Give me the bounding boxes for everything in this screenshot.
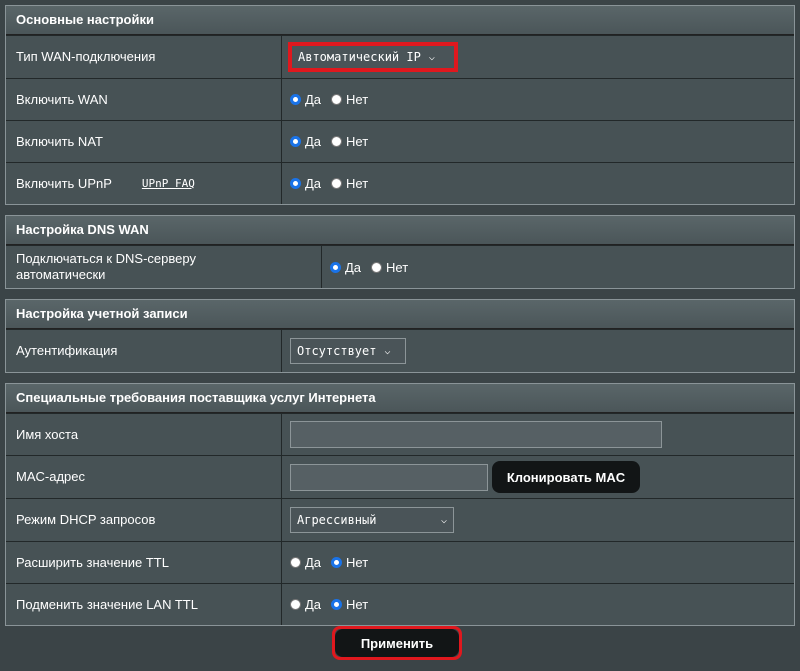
hostname-label: Имя хоста (6, 414, 282, 455)
enable-upnp-yes-radio[interactable]: Да (290, 176, 321, 191)
radio-no-label: Нет (346, 134, 369, 149)
auth-select[interactable]: Отсутствует ⌵ (290, 338, 406, 364)
extend-ttl-label: Расширить значение TTL (6, 542, 282, 583)
hostname-row: Имя хоста (6, 413, 794, 455)
radio-yes-label: Да (305, 134, 322, 149)
dns-settings-section: Настройка DNS WAN Подключаться к DNS-сер… (5, 215, 795, 289)
radio-checked-icon (290, 94, 301, 105)
auth-label: Аутентификация (6, 330, 282, 372)
auto-dns-row: Подключаться к DNS-серверу автоматически… (6, 245, 794, 288)
radio-yes-label: Да (305, 555, 322, 570)
radio-unchecked-icon (331, 136, 343, 147)
enable-nat-yes-radio[interactable]: Да (290, 134, 321, 149)
radio-yes-label: Да (305, 176, 322, 191)
enable-upnp-label: Включить UPnP (16, 175, 112, 191)
apply-button-highlight: Применить (332, 626, 462, 660)
radio-no-label: Нет (346, 176, 369, 191)
hostname-input[interactable] (290, 421, 662, 448)
mac-label: MAC-адрес (6, 456, 282, 498)
enable-wan-row: Включить WAN Да Нет (6, 78, 794, 120)
enable-upnp-row: Включить UPnP UPnP FAQ Да Нет (6, 162, 794, 204)
radio-checked-icon (290, 178, 301, 189)
chevron-down-icon: ⌵ (440, 514, 447, 526)
radio-unchecked-icon (290, 557, 301, 568)
radio-unchecked-icon (290, 599, 301, 610)
radio-checked-icon (290, 136, 301, 147)
radio-yes-label: Да (345, 259, 362, 275)
radio-no-label: Нет (346, 555, 369, 570)
isp-requirements-section: Специальные требования поставщика услуг … (5, 383, 795, 626)
enable-wan-no-radio[interactable]: Нет (331, 92, 368, 107)
mac-row: MAC-адрес Клонировать MAC (6, 455, 794, 498)
wan-type-value: Автоматический IP (298, 50, 421, 64)
extend-ttl-no-radio[interactable]: Нет (331, 555, 368, 570)
enable-nat-row: Включить NAT Да Нет (6, 120, 794, 162)
radio-no-label: Нет (346, 597, 369, 612)
extend-ttl-yes-radio[interactable]: Да (290, 555, 321, 570)
basic-settings-title: Основные настройки (6, 6, 794, 35)
account-settings-section: Настройка учетной записи Аутентификация … (5, 299, 795, 373)
wan-type-select[interactable]: Автоматический IP ⌵ (288, 42, 458, 72)
dhcp-mode-row: Режим DHCP запросов Агрессивный ⌵ (6, 498, 794, 541)
auto-dns-no-radio[interactable]: Нет (371, 260, 408, 275)
enable-wan-label: Включить WAN (6, 79, 282, 120)
dhcp-mode-value: Агрессивный (297, 513, 377, 527)
dhcp-mode-select[interactable]: Агрессивный ⌵ (290, 507, 454, 533)
mac-input[interactable] (290, 463, 488, 491)
radio-unchecked-icon (331, 94, 343, 105)
radio-checked-icon (330, 261, 341, 273)
radio-unchecked-icon (371, 261, 383, 273)
dns-settings-title: Настройка DNS WAN (6, 216, 794, 245)
account-settings-title: Настройка учетной записи (6, 300, 794, 329)
enable-nat-label: Включить NAT (6, 121, 282, 162)
enable-nat-no-radio[interactable]: Нет (331, 134, 368, 149)
radio-unchecked-icon (331, 178, 343, 189)
auto-dns-yes-radio[interactable]: Да (330, 260, 361, 275)
wan-type-row: Тип WAN-подключения Автоматический IP ⌵ (6, 35, 794, 78)
auto-dns-label: Подключаться к DNS-серверу автоматически (6, 246, 322, 288)
chevron-down-icon: ⌵ (428, 51, 435, 63)
enable-wan-yes-radio[interactable]: Да (290, 92, 321, 107)
spoof-lan-ttl-no-radio[interactable]: Нет (331, 597, 368, 612)
chevron-down-icon: ⌵ (384, 345, 391, 357)
clone-mac-button[interactable]: Клонировать MAC (492, 461, 640, 493)
apply-button[interactable]: Применить (335, 629, 459, 657)
auth-row: Аутентификация Отсутствует ⌵ (6, 329, 794, 372)
radio-no-label: Нет (386, 259, 409, 275)
enable-upnp-label-cell: Включить UPnP UPnP FAQ (6, 163, 282, 204)
spoof-lan-ttl-yes-radio[interactable]: Да (290, 597, 321, 612)
radio-yes-label: Да (305, 92, 322, 107)
enable-upnp-no-radio[interactable]: Нет (331, 176, 368, 191)
radio-checked-icon (331, 557, 343, 568)
dhcp-mode-label: Режим DHCP запросов (6, 499, 282, 541)
settings-form: Основные настройки Тип WAN-подключения А… (5, 5, 795, 636)
radio-checked-icon (331, 599, 343, 610)
extend-ttl-row: Расширить значение TTL Да Нет (6, 541, 794, 583)
isp-requirements-title: Специальные требования поставщика услуг … (6, 384, 794, 413)
spoof-lan-ttl-row: Подменить значение LAN TTL Да Нет (6, 583, 794, 625)
wan-type-label: Тип WAN-подключения (6, 36, 282, 78)
auth-value: Отсутствует (297, 344, 377, 358)
radio-no-label: Нет (346, 92, 369, 107)
spoof-lan-ttl-label: Подменить значение LAN TTL (6, 584, 282, 625)
radio-yes-label: Да (305, 597, 322, 612)
basic-settings-section: Основные настройки Тип WAN-подключения А… (5, 5, 795, 205)
upnp-faq-link[interactable]: UPnP FAQ (142, 176, 195, 192)
